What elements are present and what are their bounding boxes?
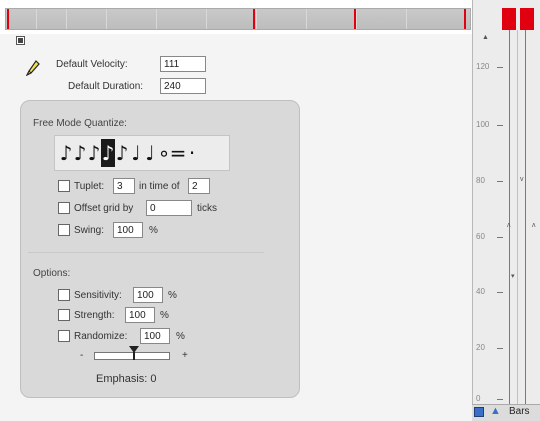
thirty-second-note-icon[interactable]: ♪ xyxy=(73,139,87,167)
velocity-tick-label: 120 xyxy=(476,62,490,71)
sixteenth-note-icon[interactable]: ♪ xyxy=(87,139,101,167)
swing-input[interactable] xyxy=(113,222,143,238)
tuplet-in-time-of-input[interactable] xyxy=(188,178,210,194)
ruler-division xyxy=(206,9,207,29)
velocity-tick-mark xyxy=(497,399,503,400)
emphasis-slider-thumb[interactable] xyxy=(129,346,139,353)
velocity-tick-mark xyxy=(497,292,503,293)
randomize-input[interactable] xyxy=(140,328,170,344)
timeline-ruler[interactable] xyxy=(5,8,471,30)
default-velocity-label: Default Velocity: xyxy=(56,59,128,70)
velocity-tick-label: 40 xyxy=(476,287,485,296)
note-value-selector: ♪ ♪ ♪ ♪ ♪ ♩ ♩ ∘ = · xyxy=(54,135,230,171)
sensitivity-input[interactable] xyxy=(133,287,163,303)
sixty-fourth-note-icon[interactable]: ♪ xyxy=(59,139,73,167)
ruler-marker xyxy=(7,9,9,29)
velocity-point-icon[interactable]: v xyxy=(520,176,524,183)
offset-ticks-unit: ticks xyxy=(197,203,217,214)
ruler-division xyxy=(106,9,107,29)
strength-input[interactable] xyxy=(125,307,155,323)
section-divider xyxy=(28,252,264,253)
ruler-division xyxy=(356,9,357,29)
quarter-note-icon[interactable]: ♩ xyxy=(129,139,143,167)
randomize-label: Randomize: xyxy=(74,331,128,342)
velocity-point-icon[interactable]: ʌ xyxy=(532,222,536,229)
offset-grid-checkbox[interactable] xyxy=(58,202,70,214)
ruler-division xyxy=(156,9,157,29)
velocity-tick-label: 20 xyxy=(476,343,485,352)
strength-label: Strength: xyxy=(74,310,115,321)
scroll-up-icon[interactable]: ▲ xyxy=(482,34,489,41)
velocity-marker-red xyxy=(520,8,534,30)
ruler-division xyxy=(256,9,257,29)
bars-icon: ▲ xyxy=(490,405,501,417)
tuplet-label: Tuplet: xyxy=(74,181,105,192)
velocity-point-icon[interactable]: ʌ xyxy=(507,222,511,229)
free-mode-quantize-title: Free Mode Quantize: xyxy=(33,118,127,129)
velocity-tick-label: 0 xyxy=(476,394,481,403)
randomize-unit: % xyxy=(176,331,185,342)
eighth-note-icon[interactable]: ♪ xyxy=(101,139,115,167)
velocity-lane-line xyxy=(517,30,518,404)
default-velocity-input[interactable] xyxy=(160,56,206,72)
swing-unit: % xyxy=(149,225,158,236)
offset-grid-input[interactable] xyxy=(146,200,192,216)
randomize-checkbox[interactable] xyxy=(58,330,70,342)
velocity-lane-line xyxy=(509,30,510,404)
sensitivity-checkbox[interactable] xyxy=(58,289,70,301)
swing-label: Swing: xyxy=(74,225,105,236)
emphasis-plus-label: + xyxy=(182,350,188,361)
velocity-marker-red xyxy=(502,8,516,30)
ruler-division xyxy=(306,9,307,29)
emphasis-label: Emphasis: 0 xyxy=(96,373,157,385)
velocity-tick-mark xyxy=(497,125,503,126)
eighth-note-icon[interactable]: ♪ xyxy=(115,139,129,167)
velocity-tick-label: 80 xyxy=(476,176,485,185)
double-whole-note-icon[interactable]: = xyxy=(170,139,187,167)
ruler-marker xyxy=(253,9,255,29)
velocity-lane-line xyxy=(525,30,526,404)
strength-checkbox[interactable] xyxy=(58,309,70,321)
offset-grid-label: Offset grid by xyxy=(74,203,134,214)
velocity-tick-label: 100 xyxy=(476,120,490,129)
ruler-marker xyxy=(354,9,356,29)
sensitivity-unit: % xyxy=(168,290,177,301)
ruler-division xyxy=(36,9,37,29)
tuplet-checkbox[interactable] xyxy=(58,180,70,192)
ruler-division xyxy=(66,9,67,29)
dotted-modifier-icon[interactable]: · xyxy=(185,139,199,167)
emphasis-minus-label: - xyxy=(80,350,84,361)
bars-label[interactable]: Bars xyxy=(509,406,530,417)
tuplet-input[interactable] xyxy=(113,178,135,194)
ruler-marker xyxy=(464,9,466,29)
ruler-division xyxy=(406,9,407,29)
velocity-point-icon[interactable]: ▾ xyxy=(511,272,515,280)
default-duration-input[interactable] xyxy=(160,78,206,94)
grid-toggle-icon[interactable] xyxy=(474,407,484,417)
emphasis-slider-thumb-stem xyxy=(133,352,135,360)
velocity-tick-mark xyxy=(497,67,503,68)
velocity-tick-mark xyxy=(497,237,503,238)
collapse-panel-button[interactable] xyxy=(16,36,25,45)
velocity-tick-mark xyxy=(497,181,503,182)
options-title: Options: xyxy=(33,268,71,279)
default-duration-label: Default Duration: xyxy=(68,81,144,92)
strength-unit: % xyxy=(160,310,169,321)
velocity-tick-mark xyxy=(497,348,503,349)
tuplet-in-time-of-label: in time of xyxy=(139,181,180,192)
velocity-tick-label: 60 xyxy=(476,232,485,241)
top-ruler-strip xyxy=(0,0,540,34)
swing-checkbox[interactable] xyxy=(58,224,70,236)
sensitivity-label: Sensitivity: xyxy=(74,290,122,301)
emphasis-slider[interactable] xyxy=(94,352,170,360)
pencil-icon[interactable] xyxy=(26,60,40,76)
half-note-icon[interactable]: ♩ xyxy=(143,139,157,167)
